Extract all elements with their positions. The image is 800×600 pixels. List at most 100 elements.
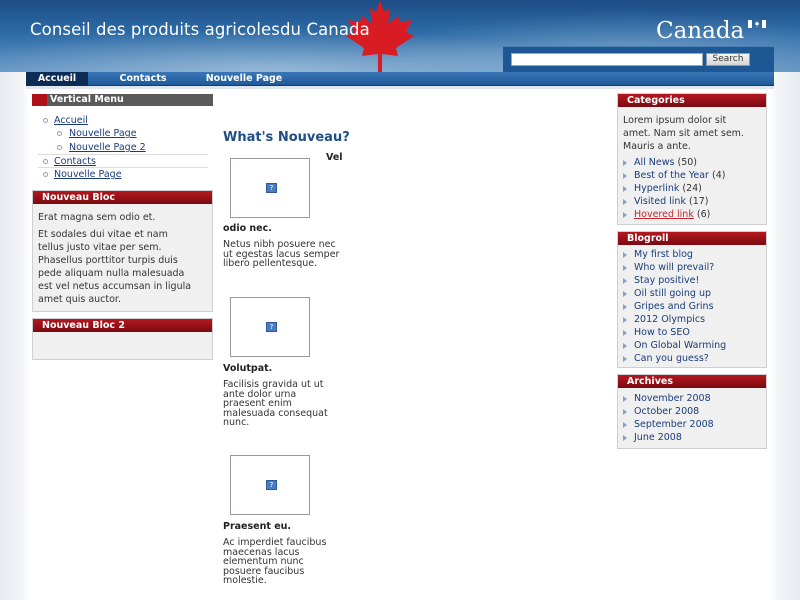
nouveau-bloc-line: est vel netus accumsan in ligula — [38, 281, 192, 292]
arrow-icon — [623, 278, 627, 284]
bullet-icon — [43, 118, 48, 123]
nav-item-nouvelle-page[interactable]: Nouvelle Page — [196, 72, 292, 86]
category-item: Hovered link (6) — [634, 209, 710, 220]
page-title: What's Nouveau? — [223, 130, 350, 145]
archive-link[interactable]: September 2008 — [634, 419, 714, 430]
site-header: Conseil des produits agricolesdu Canada … — [0, 0, 800, 72]
category-link-hovered[interactable]: Hovered link — [634, 209, 694, 220]
category-link[interactable]: Hyperlink — [634, 183, 679, 194]
search-button[interactable]: Search — [706, 53, 750, 66]
blogroll-block: Blogroll My first blog Who will prevail?… — [617, 231, 767, 368]
arrow-icon — [623, 265, 627, 271]
arrow-icon — [623, 173, 627, 179]
article-line: molestie. — [223, 575, 267, 586]
archive-link[interactable]: October 2008 — [634, 406, 699, 417]
blogroll-link[interactable]: Who will prevail? — [634, 262, 714, 273]
flag-icon — [748, 20, 766, 28]
arrow-icon — [623, 343, 627, 349]
image-placeholder-icon: ? — [266, 322, 277, 332]
categories-intro: amet. Nam sit amet sem. — [623, 128, 744, 139]
arrow-icon — [623, 330, 627, 336]
nouveau-bloc-line: pede aliquam nulla malesuada — [38, 268, 185, 279]
nav-underline — [26, 86, 774, 89]
article-text: Netus nibh posuere nec ut egestas lacus … — [223, 240, 353, 269]
article-title: Volutpat. — [223, 363, 273, 374]
arrow-icon — [623, 435, 627, 441]
article-image[interactable]: ? — [230, 158, 310, 218]
nouveau-bloc-header: Nouveau Bloc — [33, 191, 212, 204]
categories-intro: Lorem ipsum dolor sit — [623, 115, 727, 126]
arrow-icon — [623, 252, 627, 258]
article-text: Ac imperdiet faucibus maecenas lacus ele… — [223, 538, 353, 586]
category-link[interactable]: All News — [634, 157, 674, 168]
image-placeholder-icon: ? — [266, 480, 277, 490]
nouveau-bloc-2-header: Nouveau Bloc 2 — [33, 319, 212, 332]
blogroll-link[interactable]: 2012 Olympics — [634, 314, 705, 325]
blogroll-link[interactable]: Can you guess? — [634, 353, 709, 364]
category-link[interactable]: Visited link — [634, 196, 686, 207]
blogroll-link[interactable]: My first blog — [634, 249, 693, 260]
blogroll-link[interactable]: Stay positive! — [634, 275, 699, 286]
blogroll-link[interactable]: How to SEO — [634, 327, 690, 338]
category-count: (6) — [696, 209, 711, 220]
vmenu-item-accueil[interactable]: Accueil — [54, 115, 88, 126]
arrow-icon — [623, 291, 627, 297]
arrow-icon — [623, 304, 627, 310]
menu-divider — [38, 167, 208, 168]
blogroll-link[interactable]: Oil still going up — [634, 288, 711, 299]
nouveau-bloc-line: Phasellus porttitor turpis duis — [38, 255, 178, 266]
nouveau-bloc-line: amet quis auctor. — [38, 294, 121, 305]
vertical-menu-header: Vertical Menu — [32, 94, 213, 106]
archives-block: Archives November 2008 October 2008 Sept… — [617, 374, 767, 449]
bullet-icon — [43, 172, 48, 177]
category-item: Visited link (17) — [634, 196, 709, 207]
category-count: (17) — [688, 196, 709, 207]
arrow-icon — [623, 317, 627, 323]
archive-link[interactable]: June 2008 — [634, 432, 682, 443]
article-image[interactable]: ? — [230, 297, 310, 357]
category-item: Hyperlink (24) — [634, 183, 702, 194]
category-item: All News (50) — [634, 157, 697, 168]
vmenu-item-contacts[interactable]: Contacts — [54, 156, 96, 167]
arrow-icon — [623, 422, 627, 428]
article-text: Facilisis gravida ut ut ante dolor urna … — [223, 380, 353, 428]
archive-link[interactable]: November 2008 — [634, 393, 711, 404]
categories-intro: Mauris a ante. — [623, 141, 691, 152]
blogroll-link[interactable]: On Global Warming — [634, 340, 726, 351]
article-image[interactable]: ? — [230, 455, 310, 515]
search-input[interactable] — [511, 53, 703, 66]
article-title: Praesent eu. — [223, 521, 292, 532]
bullet-icon — [57, 145, 62, 150]
vmenu-item-nouvelle-page-2[interactable]: Nouvelle Page 2 — [69, 142, 146, 153]
categories-header: Categories — [618, 94, 766, 107]
main-nav: Accueil Contacts Nouvelle Page — [26, 72, 774, 86]
category-item: Best of the Year (4) — [634, 170, 725, 181]
nav-item-contacts[interactable]: Contacts — [104, 72, 182, 86]
arrow-icon — [623, 396, 627, 402]
site-title: Conseil des produits agricolesdu Canada — [30, 20, 370, 39]
nav-item-accueil[interactable]: Accueil — [26, 72, 88, 86]
category-count: (4) — [712, 170, 726, 181]
nouveau-bloc-2: Nouveau Bloc 2 — [32, 318, 213, 360]
arrow-icon — [623, 186, 627, 192]
header-accent — [32, 94, 47, 106]
vmenu-item-nouvelle-page[interactable]: Nouvelle Page — [69, 128, 137, 139]
arrow-icon — [623, 199, 627, 205]
categories-block: Categories Lorem ipsum dolor sit amet. N… — [617, 93, 767, 225]
search-box: Search — [503, 46, 774, 72]
blogroll-link[interactable]: Gripes and Grins — [634, 301, 714, 312]
nouveau-bloc-text: Erat magna sem odio et. — [38, 212, 156, 223]
vmenu-item-nouvelle-page-top[interactable]: Nouvelle Page — [54, 169, 122, 180]
blogroll-header: Blogroll — [618, 232, 766, 245]
article-line: libero pellentesque. — [223, 258, 318, 269]
arrow-icon — [623, 212, 627, 218]
nouveau-bloc-line: Et sodales dui vitae et nam — [38, 229, 168, 240]
image-placeholder-icon: ? — [266, 183, 277, 193]
category-link[interactable]: Best of the Year — [634, 170, 709, 181]
nouveau-bloc-line: tellus justo vitae per sem. — [38, 242, 162, 253]
nouveau-bloc: Nouveau Bloc Erat magna sem odio et. Et … — [32, 190, 213, 312]
arrow-icon — [623, 356, 627, 362]
category-count: (50) — [677, 157, 698, 168]
bullet-icon — [57, 131, 62, 136]
arrow-icon — [623, 160, 627, 166]
